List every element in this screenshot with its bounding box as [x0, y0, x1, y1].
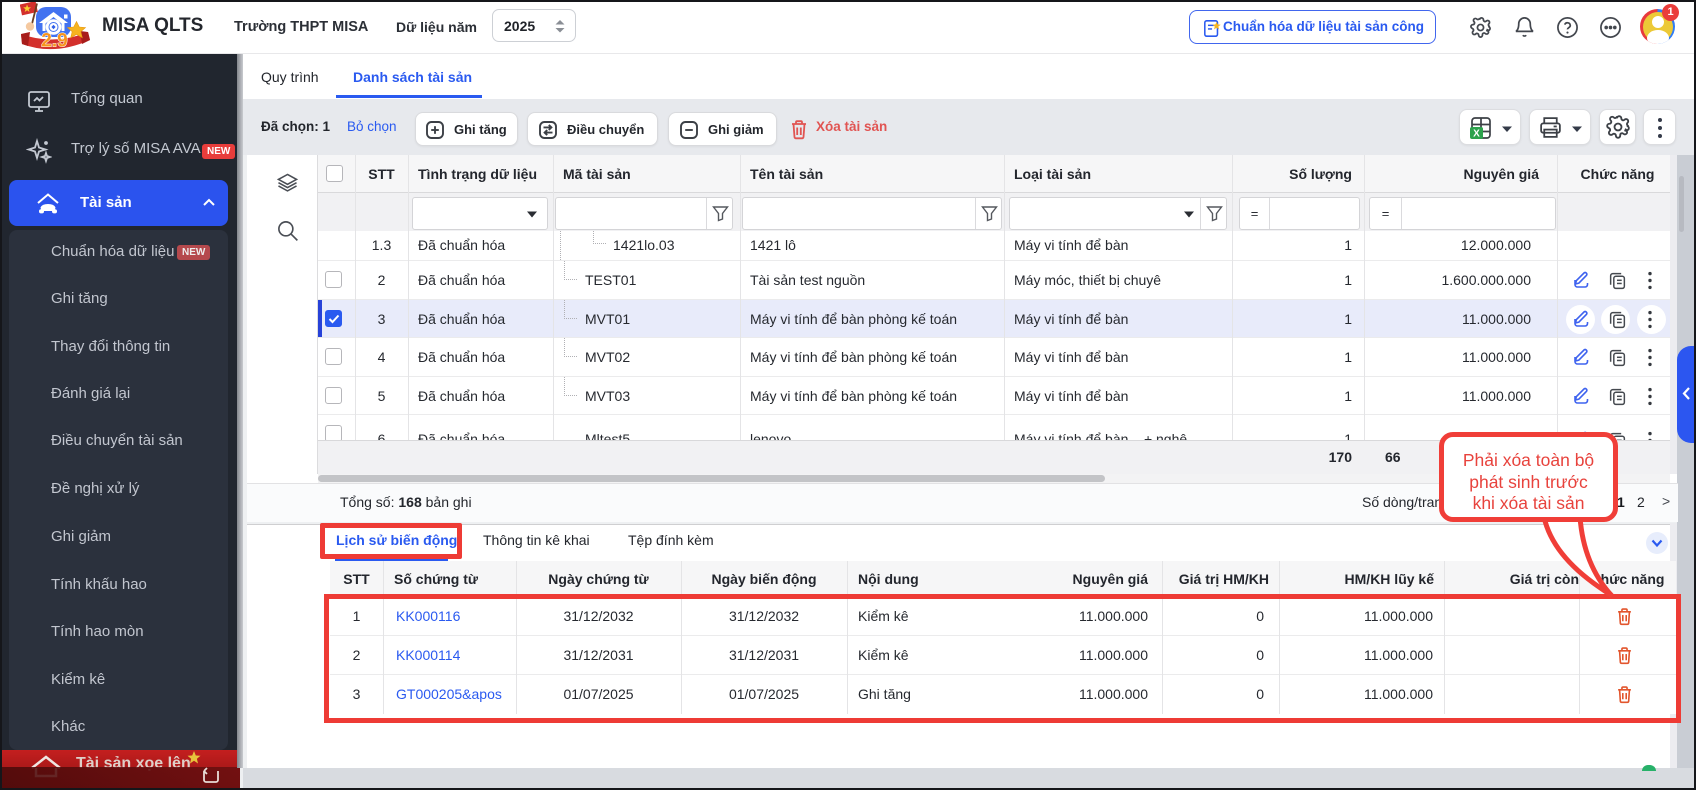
svg-text:X: X: [1473, 129, 1480, 140]
svg-text:2.9: 2.9: [41, 31, 67, 52]
